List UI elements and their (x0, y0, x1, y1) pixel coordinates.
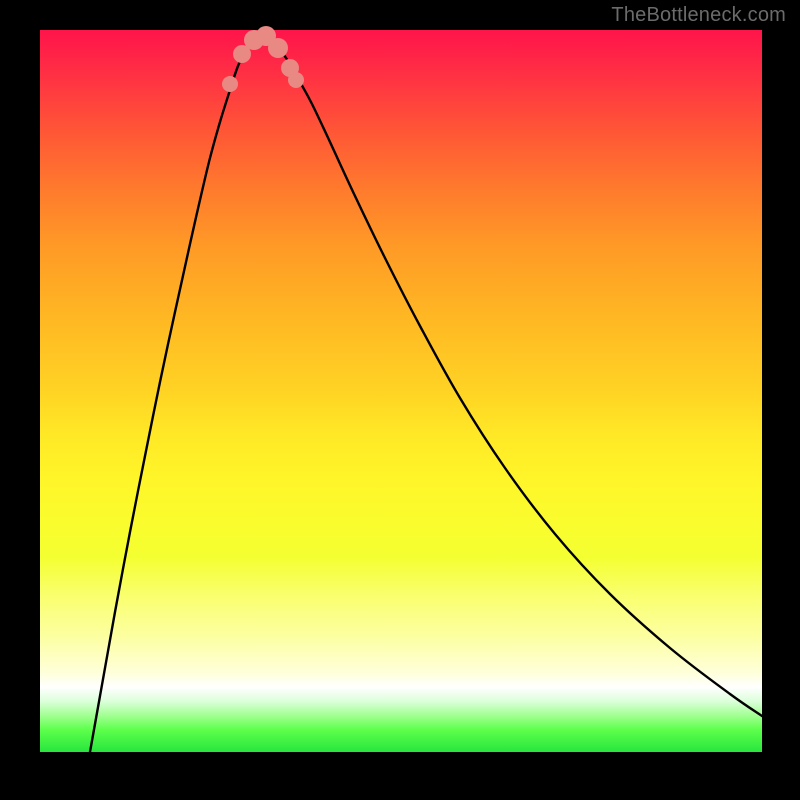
plot-area (40, 30, 762, 752)
curve-marker (288, 72, 304, 88)
bottleneck-curve (90, 36, 762, 752)
curve-marker (268, 38, 288, 58)
chart-frame: TheBottleneck.com (0, 0, 800, 800)
curve-marker (222, 76, 238, 92)
watermark-text: TheBottleneck.com (611, 4, 786, 27)
curve-markers (222, 26, 304, 92)
chart-svg (40, 30, 762, 752)
